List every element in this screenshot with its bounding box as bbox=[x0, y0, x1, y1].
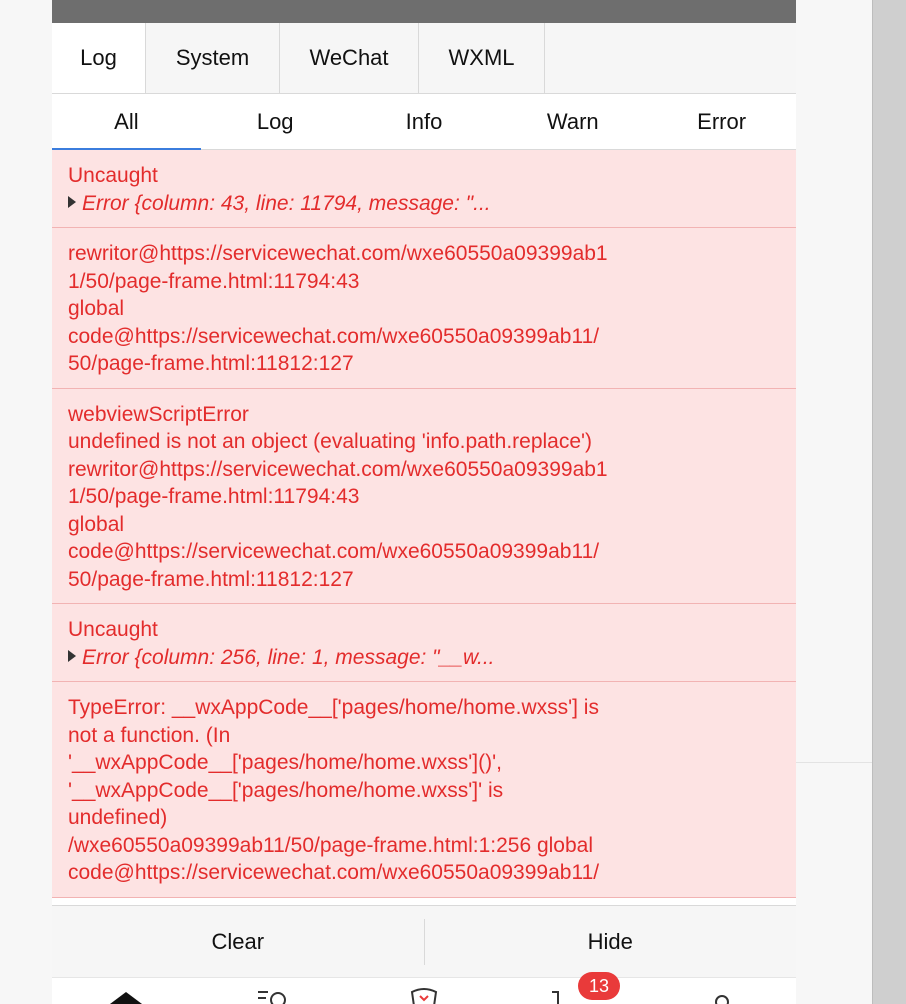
vconsole-panel: Log System WeChat WXML All Log Info Warn… bbox=[52, 0, 796, 1004]
log-line: '__wxAppCode__['pages/home/home.wxss']' … bbox=[68, 778, 504, 802]
log-line: rewritor@https://servicewechat.com/wxe60… bbox=[68, 242, 608, 265]
log-line: Uncaught bbox=[68, 164, 158, 187]
log-line: TypeError: __wxAppCode__['pages/home/hom… bbox=[68, 696, 599, 719]
log-line: global bbox=[68, 512, 125, 536]
log-line: code@https://servicewechat.com/wxe60550a… bbox=[68, 540, 600, 563]
search-list-icon[interactable] bbox=[256, 986, 292, 1004]
expand-triangle-icon[interactable] bbox=[68, 195, 76, 208]
log-line: 50/page-frame.html:11812:127 bbox=[68, 352, 354, 375]
log-line: undefined is not an object (evaluating '… bbox=[68, 430, 593, 453]
log-line: global bbox=[68, 297, 125, 320]
hide-button[interactable]: Hide bbox=[425, 906, 797, 978]
panel-tabs: Log System WeChat WXML bbox=[52, 23, 796, 94]
divider-line bbox=[796, 762, 872, 763]
error-object-summary: Error {column: 43, line: 11794, message:… bbox=[82, 191, 491, 215]
filter-log[interactable]: Log bbox=[201, 94, 350, 149]
log-list[interactable]: Uncaught Error {column: 43, line: 11794, … bbox=[52, 150, 796, 905]
home-icon[interactable] bbox=[108, 988, 144, 1004]
filter-info[interactable]: Info bbox=[350, 94, 499, 149]
log-entry: Uncaught Error {column: 43, line: 11794, … bbox=[52, 150, 796, 228]
tab-wechat[interactable]: WeChat bbox=[280, 23, 419, 93]
tab-log[interactable]: Log bbox=[52, 23, 146, 93]
log-line: code@https://servicewechat.com/wxe60550a… bbox=[68, 861, 600, 884]
log-line: undefined) bbox=[68, 806, 168, 829]
log-filter-tabs: All Log Info Warn Error bbox=[52, 94, 796, 150]
log-entry: webviewScriptError undefined is not an ob… bbox=[52, 388, 796, 604]
log-entry: rewritor@https://servicewechat.com/wxe60… bbox=[52, 228, 796, 389]
filter-error[interactable]: Error bbox=[647, 94, 796, 149]
expand-triangle-icon[interactable] bbox=[68, 649, 76, 662]
app-tab-bar: 13 bbox=[52, 972, 796, 1004]
log-entry: Uncaught Error {column: 256, line: 1, mes… bbox=[52, 604, 796, 682]
error-object-toggle[interactable]: Error {column: 256, line: 1, message: "_… bbox=[68, 644, 780, 672]
footer-actions: Clear Hide bbox=[52, 905, 796, 977]
log-entry: TypeError: __wxAppCode__['pages/home/hom… bbox=[52, 682, 796, 898]
cart-icon[interactable] bbox=[546, 988, 582, 1004]
tab-wxml[interactable]: WXML bbox=[419, 23, 545, 93]
panel-top-bar bbox=[52, 0, 796, 23]
log-line: not a function. (In bbox=[68, 723, 231, 747]
log-line: 1/50/page-frame.html:11794:43 bbox=[68, 485, 360, 508]
log-line: code@https://servicewechat.com/wxe60550a… bbox=[68, 324, 600, 348]
tab-system[interactable]: System bbox=[146, 23, 280, 93]
log-line: rewritor@https://servicewechat.com/wxe60… bbox=[68, 457, 608, 481]
log-line: /wxe60550a09399ab11/50/page-frame.html:1… bbox=[68, 833, 593, 857]
shield-icon[interactable] bbox=[406, 986, 442, 1004]
log-line: 50/page-frame.html:11812:127 bbox=[68, 567, 354, 591]
cart-badge: 13 bbox=[578, 972, 620, 1000]
clear-button[interactable]: Clear bbox=[52, 906, 424, 978]
log-line: 1/50/page-frame.html:11794:43 bbox=[68, 269, 360, 293]
log-line: Uncaught bbox=[68, 618, 158, 641]
error-object-toggle[interactable]: Error {column: 43, line: 11794, message:… bbox=[68, 190, 780, 218]
log-line: webviewScriptError bbox=[68, 402, 249, 426]
error-object-summary: Error {column: 256, line: 1, message: "_… bbox=[82, 645, 495, 669]
filter-warn[interactable]: Warn bbox=[498, 94, 647, 149]
profile-icon[interactable] bbox=[704, 988, 740, 1004]
right-scroll-gutter bbox=[872, 0, 906, 1004]
log-line: '__wxAppCode__['pages/home/home.wxss']()… bbox=[68, 751, 502, 774]
filter-all[interactable]: All bbox=[52, 94, 201, 150]
